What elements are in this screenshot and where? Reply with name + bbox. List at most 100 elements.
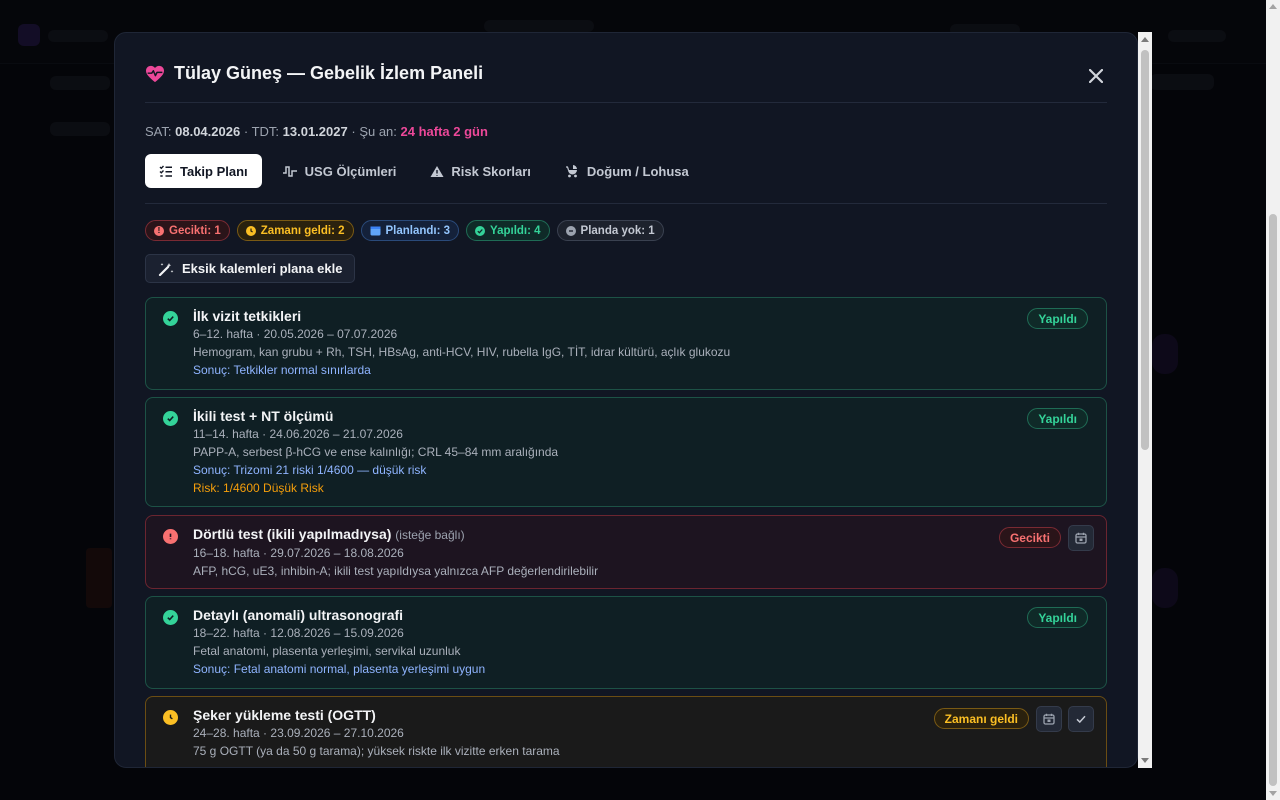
follow-up-item[interactable]: İlk vizit tetkikleri 6–12. hafta · 20.05…: [145, 297, 1107, 390]
item-detail: PAPP-A, serbest β-hCG ve ense kalınlığı;…: [193, 445, 559, 459]
divider: [145, 203, 1107, 204]
pulse-icon: [282, 165, 297, 177]
tab-label: Doğum / Lohusa: [586, 163, 689, 179]
add-missing-items-button[interactable]: Eksik kalemleri plana ekle: [145, 254, 356, 283]
check-icon: [1076, 715, 1086, 724]
status-badge: Yapıldı: [1027, 308, 1088, 329]
schedule-button[interactable]: [1036, 706, 1062, 732]
badge-label: Planda yok: 1: [580, 224, 655, 237]
modal-header: Tülay Güneş — Gebelik İzlem Paneli: [145, 63, 1107, 103]
item-result: Sonuç: Tetkikler normal sınırlarda: [193, 363, 371, 377]
stroller-icon: [565, 165, 577, 178]
button-label: Eksik kalemleri plana ekle: [182, 261, 343, 276]
page-scrollbar[interactable]: [1266, 0, 1280, 800]
badge-label: Zamanı geldi: 2: [260, 224, 345, 237]
item-body: İlk vizit tetkikleri 6–12. hafta · 20.05…: [193, 307, 730, 379]
gestational-age-value: 24 hafta 2 gün: [400, 124, 488, 139]
badge-label: Gecikti: 1: [169, 224, 221, 237]
schedule-button[interactable]: [1068, 525, 1094, 551]
follow-up-item[interactable]: İkili test + NT ölçümü 11–14. hafta · 24…: [145, 397, 1107, 507]
clock-icon: [245, 225, 256, 236]
follow-up-item[interactable]: Detaylı (anomali) ultrasonografi 18–22. …: [145, 596, 1107, 689]
sat-value: 08.04.2026: [175, 124, 241, 139]
separator: ·: [351, 124, 356, 139]
close-button[interactable]: [1085, 65, 1107, 87]
item-title: İkili test + NT ölçümü: [193, 408, 334, 424]
follow-up-item[interactable]: Dörtlü test (ikili yapılmadıysa) (isteğe…: [145, 515, 1107, 589]
item-title: Şeker yükleme testi (OGTT): [193, 707, 376, 723]
item-detail: AFP, hCG, uE3, inhibin-A; ikili test yap…: [193, 564, 599, 578]
now-label: Şu an:: [359, 124, 397, 139]
badge-done[interactable]: Yapıldı: 4: [466, 220, 550, 241]
scroll-down-arrow-icon[interactable]: [1269, 791, 1277, 796]
badge-due[interactable]: Zamanı geldi: 2: [236, 220, 354, 241]
tab-label: Takip Planı: [180, 163, 248, 179]
alert-icon: !: [154, 225, 164, 236]
alert-circle-icon: [163, 529, 178, 544]
magic-wand-icon: [158, 262, 174, 276]
mark-done-button[interactable]: [1068, 706, 1094, 732]
checklist-icon: [159, 165, 172, 177]
warning-icon: [430, 165, 444, 177]
item-title: Detaylı (anomali) ultrasonografi: [193, 607, 404, 623]
follow-up-item[interactable]: Şeker yükleme testi (OGTT) 24–28. hafta …: [145, 696, 1107, 767]
check-circle-icon: [163, 610, 178, 625]
close-icon: [1089, 69, 1103, 83]
item-title-text: Dörtlü test (ikili yapılmadıysa): [193, 526, 392, 542]
item-body: Şeker yükleme testi (OGTT) 24–28. hafta …: [193, 706, 560, 760]
item-body: Detaylı (anomali) ultrasonografi 18–22. …: [193, 606, 485, 678]
item-period: 24–28. hafta · 23.09.2026 – 27.10.2026: [193, 726, 404, 740]
item-period: 16–18. hafta · 29.07.2026 – 18.08.2026: [193, 546, 404, 560]
tab-usg-measurements[interactable]: USG Ölçümleri: [268, 154, 411, 188]
item-title: İlk vizit tetkikleri: [193, 308, 302, 324]
badge-label: Yapıldı: 4: [490, 224, 541, 237]
scroll-up-arrow-icon[interactable]: [1269, 4, 1277, 9]
page-scrollbar-thumb[interactable]: [1269, 214, 1277, 786]
item-result: Sonuç: Fetal anatomi normal, plasenta ye…: [193, 662, 486, 676]
tab-risk-scores[interactable]: Risk Skorları: [416, 154, 545, 188]
calendar-icon: [1043, 713, 1055, 725]
item-body: Dörtlü test (ikili yapılmadıysa) (isteğe…: [193, 525, 598, 580]
pregnancy-dates: SAT: 08.04.2026 · TDT: 13.01.2027 · Şu a…: [145, 124, 488, 139]
check-circle-icon: [163, 311, 178, 326]
scroll-up-arrow-icon[interactable]: [1141, 37, 1149, 42]
modal-scrollbar[interactable]: [1138, 32, 1152, 768]
item-period: 11–14. hafta · 24.06.2026 – 21.07.2026: [193, 427, 403, 441]
badge-late[interactable]: ! Gecikti: 1: [145, 220, 230, 241]
separator: ·: [243, 124, 249, 139]
item-detail: Hemogram, kan grubu + Rh, TSH, HBsAg, an…: [193, 345, 731, 359]
tab-bar: Takip Planı USG Ölçümleri Risk Skorları …: [145, 154, 703, 188]
heart-pulse-icon: [146, 65, 164, 82]
badge-planned[interactable]: Planlandı: 3: [360, 220, 460, 241]
modal-title-text: Tülay Güneş — Gebelik İzlem Paneli: [174, 63, 484, 83]
scroll-down-arrow-icon[interactable]: [1141, 758, 1149, 763]
modal-title: Tülay Güneş — Gebelik İzlem Paneli: [145, 63, 1107, 84]
status-badge: Zamanı geldi: [933, 708, 1029, 729]
status-summary: ! Gecikti: 1 Zamanı geldi: 2 Planlandı: …: [145, 220, 664, 241]
tdt-value: 13.01.2027: [282, 124, 348, 139]
item-detail: Fetal anatomi, plasenta yerleşimi, servi…: [193, 644, 461, 658]
item-result: Sonuç: Trizomi 21 riski 1/4600 — düşük r…: [193, 463, 427, 477]
status-badge: Yapıldı: [1027, 607, 1088, 628]
item-body: İkili test + NT ölçümü 11–14. hafta · 24…: [193, 407, 558, 497]
tab-label: Risk Skorları: [451, 163, 531, 179]
tab-label: USG Ölçümleri: [304, 163, 397, 179]
minus-icon: [565, 225, 576, 236]
status-badge: Gecikti: [998, 527, 1061, 548]
sat-label: SAT:: [145, 124, 172, 139]
tab-follow-up-plan[interactable]: Takip Planı: [145, 154, 262, 188]
status-badge: Yapıldı: [1027, 408, 1088, 429]
item-detail: 75 g OGTT (ya da 50 g tarama); yüksek ri…: [193, 744, 560, 758]
badge-label: Planlandı: 3: [385, 224, 451, 237]
item-period: 6–12. hafta · 20.05.2026 – 07.07.2026: [193, 327, 398, 341]
item-period: 18–22. hafta · 12.08.2026 – 15.09.2026: [193, 626, 404, 640]
pregnancy-panel-modal: Tülay Güneş — Gebelik İzlem Paneli SAT: …: [114, 32, 1138, 768]
optional-label: (isteğe bağlı): [395, 528, 465, 542]
check-circle-icon: [163, 411, 178, 426]
badge-not-planned[interactable]: Planda yok: 1: [556, 220, 664, 241]
tdt-label: TDT:: [251, 124, 280, 139]
clock-icon: [163, 710, 178, 725]
check-icon: [475, 225, 486, 236]
modal-scrollbar-thumb[interactable]: [1141, 50, 1149, 450]
tab-birth-postpartum[interactable]: Doğum / Lohusa: [551, 154, 703, 188]
